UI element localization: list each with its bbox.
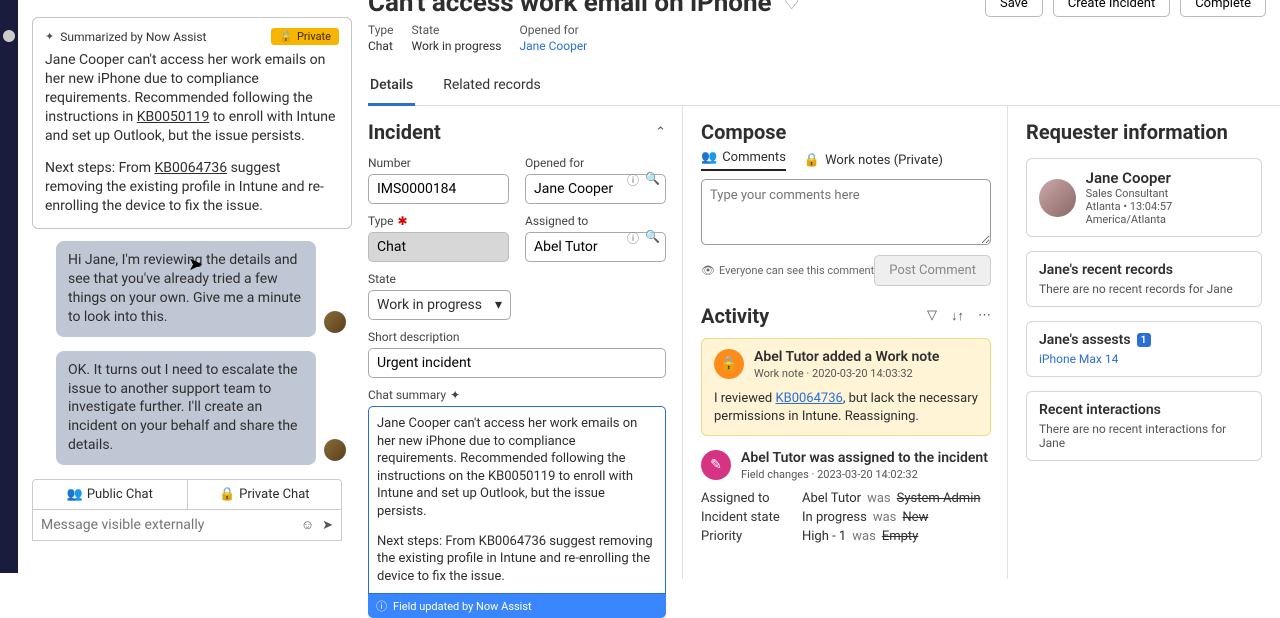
asset-item[interactable]: iPhone Max 14: [1039, 352, 1249, 366]
sort-icon[interactable]: ↓↑: [951, 308, 964, 324]
meta-openedfor-label: Opened for: [519, 23, 587, 37]
state-select[interactable]: Work in progress ▾: [368, 290, 511, 320]
work-note-entry: 🔒 Abel Tutor added a Work note Work note…: [701, 338, 991, 436]
number-label: Number: [368, 156, 509, 170]
page-title: Can't access work email on iPhone: [368, 0, 772, 17]
sparkle-icon: ✦: [450, 388, 460, 402]
requester-role: Sales Consultant: [1086, 187, 1249, 200]
requester-avatar: [1039, 179, 1076, 217]
meta-state-value: Work in progress: [412, 39, 502, 53]
work-note-meta: Work note · 2020-03-20 14:03:32: [754, 367, 939, 380]
opened-for-label: Opened for: [525, 156, 666, 170]
field-updated-banner: ⓘ Field updated by Now Assist: [368, 594, 666, 618]
meta-state-label: State: [412, 23, 502, 37]
tab-details[interactable]: Details: [368, 71, 415, 106]
interactions-title: Recent interactions: [1039, 402, 1249, 418]
interactions-empty: There are no recent interactions for Jan…: [1039, 422, 1249, 450]
kb-link[interactable]: KB0050119: [137, 109, 210, 125]
lock-icon: 🔒: [279, 30, 293, 43]
meta-openedfor-value[interactable]: Jane Cooper: [519, 39, 587, 53]
private-badge: 🔒 Private: [271, 28, 339, 45]
agent-avatar: [324, 439, 346, 461]
assignment-title: Abel Tutor was assigned to the incident: [741, 450, 988, 466]
kb-link[interactable]: KB0064736: [775, 391, 842, 406]
recent-records-empty: There are no recent records for Jane: [1039, 282, 1249, 296]
comment-textarea[interactable]: [701, 179, 991, 245]
meta-type-value: Chat: [368, 39, 394, 53]
search-icon[interactable]: 🔍: [645, 230, 660, 247]
recent-interactions-card[interactable]: Recent interactions There are no recent …: [1026, 391, 1262, 461]
short-description-field[interactable]: [368, 348, 666, 378]
summary-by-label: Summarized by Now Assist: [60, 30, 206, 44]
requester-section-title: Requester information: [1026, 120, 1262, 144]
type-label: Type: [368, 214, 394, 228]
type-field: [368, 232, 509, 262]
agent-message: Hi Jane, I'm reviewing the details and s…: [56, 241, 316, 337]
recent-records-title: Jane's recent records: [1039, 262, 1249, 278]
meta-type-label: Type: [368, 23, 394, 37]
info-icon[interactable]: ⓘ: [627, 172, 639, 189]
incident-section-title: Incident: [368, 120, 441, 144]
number-field[interactable]: [368, 174, 509, 204]
chat-summary-label: Chat summary: [368, 388, 446, 402]
now-assist-summary-card: ✦ Summarized by Now Assist 🔒 Private Jan…: [32, 17, 352, 229]
assets-card[interactable]: Jane's assests 1 iPhone Max 14: [1026, 321, 1262, 377]
state-label: State: [368, 272, 511, 286]
visibility-note: 👁 Everyone can see this comment: [701, 264, 874, 277]
assets-count-badge: 1: [1137, 333, 1151, 347]
agent-avatar: [324, 311, 346, 333]
post-comment-button[interactable]: Post Comment: [874, 255, 991, 286]
create-incident-button[interactable]: Create Incident: [1053, 0, 1170, 17]
assigned-to-label: Assigned to: [525, 214, 666, 228]
agent-message: OK. It turns out I need to escalate the …: [56, 351, 316, 465]
comments-tab[interactable]: 👥 Comments: [701, 150, 786, 171]
tab-related-records[interactable]: Related records: [441, 71, 543, 105]
lock-badge-icon: 🔒: [714, 349, 744, 379]
private-chat-tab[interactable]: 🔒 Private Chat: [187, 480, 342, 509]
work-notes-tab[interactable]: 🔒 Work notes (Private): [804, 150, 943, 171]
info-icon[interactable]: ⓘ: [627, 230, 639, 247]
info-icon: ⓘ: [376, 598, 387, 614]
kb-link[interactable]: KB0064736: [155, 160, 228, 176]
emoji-icon[interactable]: ☺: [301, 517, 314, 533]
more-icon[interactable]: ⋯: [978, 308, 991, 324]
recent-records-card[interactable]: Jane's recent records There are no recen…: [1026, 251, 1262, 307]
activity-section-title: Activity: [701, 304, 769, 328]
assets-title: Jane's assests: [1039, 332, 1131, 348]
chevron-down-icon: ▾: [495, 297, 502, 313]
requester-location: Atlanta • 13:04:57 America/Atlanta: [1086, 200, 1249, 226]
chat-summary-field[interactable]: Jane Cooper can't access her work emails…: [368, 406, 666, 594]
requester-card[interactable]: Jane Cooper Sales Consultant Atlanta • 1…: [1026, 158, 1262, 237]
lock-icon: 🔒: [219, 487, 235, 502]
sparkle-icon: ✦: [45, 30, 54, 43]
collapse-icon[interactable]: ⌃: [655, 125, 666, 140]
eye-icon: 👁: [701, 264, 715, 277]
chat-message-input[interactable]: [41, 517, 293, 533]
assignment-meta: Field changes · 2023-03-20 14:02:32: [741, 468, 988, 481]
people-icon: 👥: [701, 150, 717, 165]
short-desc-label: Short description: [368, 330, 666, 344]
edit-badge-icon: ✎: [701, 450, 731, 480]
app-rail-item[interactable]: [3, 30, 15, 42]
search-icon[interactable]: 🔍: [645, 172, 660, 189]
favorite-icon[interactable]: ♡: [784, 0, 800, 14]
field-change-entry: ✎ Abel Tutor was assigned to the inciden…: [701, 450, 991, 544]
send-icon[interactable]: ➤: [322, 518, 333, 533]
complete-button[interactable]: Complete: [1180, 0, 1266, 17]
compose-section-title: Compose: [701, 120, 991, 144]
required-icon: ✱: [398, 214, 408, 228]
public-chat-tab[interactable]: 👥 Public Chat: [33, 480, 187, 509]
work-note-title: Abel Tutor added a Work note: [754, 349, 939, 365]
filter-icon[interactable]: ▽: [927, 308, 937, 324]
requester-name: Jane Cooper: [1086, 169, 1249, 187]
people-icon: 👥: [67, 487, 83, 502]
save-button[interactable]: Save: [985, 0, 1043, 17]
lock-icon: 🔒: [804, 153, 820, 168]
